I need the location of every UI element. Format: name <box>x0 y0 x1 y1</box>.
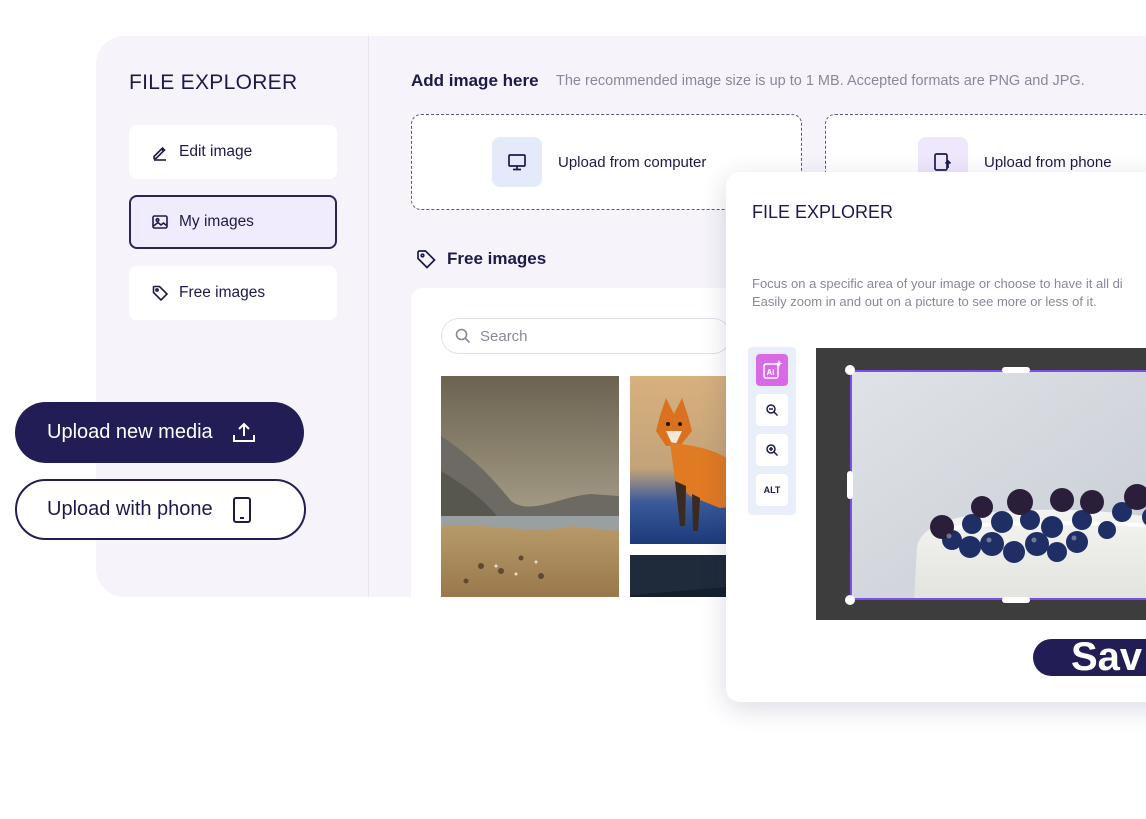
sidebar-title: FILE EXPLORER <box>129 71 298 94</box>
image-icon <box>152 215 168 229</box>
sidebar-item-label: Edit image <box>179 143 253 160</box>
save-button[interactable]: Sav <box>1033 639 1146 676</box>
zoom-in-icon <box>766 444 779 457</box>
sidebar-item-free-images[interactable]: Free images <box>129 266 337 320</box>
ai-tool-button[interactable]: AI <box>756 354 788 386</box>
tag-icon <box>417 250 436 269</box>
zoom-in-button[interactable] <box>756 434 788 466</box>
crop-handle-bottom[interactable] <box>1002 597 1030 603</box>
search-icon <box>455 328 471 344</box>
upload-from-phone-label: Upload from phone <box>984 153 1112 171</box>
zoom-out-icon <box>766 404 779 417</box>
free-images-gallery <box>411 288 751 597</box>
monitor-icon <box>492 137 542 187</box>
crop-area[interactable] <box>850 370 1146 600</box>
pencil-icon <box>153 146 166 161</box>
alt-text-button[interactable]: ALT <box>756 474 788 506</box>
upload-from-computer-label: Upload from computer <box>558 153 707 171</box>
ai-tool-label: AI <box>767 368 775 377</box>
free-images-heading: Free images <box>415 248 546 270</box>
free-images-title: Free images <box>447 249 547 268</box>
alt-text-label: ALT <box>763 485 781 495</box>
crop-handle-bottom-left[interactable] <box>845 595 855 605</box>
panel-description: Focus on a specific area of your image o… <box>752 275 1123 311</box>
sidebar-item-label: Free images <box>179 284 266 301</box>
phone-icon <box>232 496 251 523</box>
crop-editor-panel: FILE EXPLORER Focus on a specific area o… <box>726 172 1146 702</box>
crop-handle-left[interactable] <box>847 471 853 499</box>
ai-sparkle-icon: AI <box>763 360 783 379</box>
editor-toolbar: AI ALT <box>748 347 796 515</box>
zoom-out-button[interactable] <box>756 394 788 426</box>
sidebar-item-edit-image[interactable]: Edit image <box>129 125 337 179</box>
panel-description-line-1: Focus on a specific area of your image o… <box>752 276 1123 291</box>
upload-with-phone-button[interactable]: Upload with phone <box>15 479 306 540</box>
crop-canvas[interactable] <box>816 348 1146 620</box>
sidebar-item-label: My images <box>179 213 254 230</box>
tag-icon <box>152 285 169 302</box>
upload-new-media-label: Upload new media <box>47 421 213 443</box>
upload-with-phone-label: Upload with phone <box>47 498 213 520</box>
panel-description-line-2: Easily zoom in and out on a picture to s… <box>752 294 1097 309</box>
search-input[interactable] <box>480 327 710 345</box>
add-image-title: Add image here <box>411 71 539 90</box>
crop-handle-top-left[interactable] <box>845 365 855 375</box>
upload-new-media-button[interactable]: Upload new media <box>15 402 304 463</box>
sidebar-item-my-images[interactable]: My images <box>129 195 337 249</box>
search-box[interactable] <box>441 318 731 354</box>
add-image-hint: The recommended image size is up to 1 MB… <box>556 73 1085 89</box>
cake-image <box>852 372 1146 598</box>
stage: FILE EXPLORER Edit image My images Free … <box>0 0 1146 819</box>
image-thumbnail-landscape[interactable] <box>441 376 619 597</box>
panel-title: FILE EXPLORER <box>752 202 894 222</box>
crop-handle-top[interactable] <box>1002 367 1030 373</box>
upload-icon <box>232 422 255 442</box>
